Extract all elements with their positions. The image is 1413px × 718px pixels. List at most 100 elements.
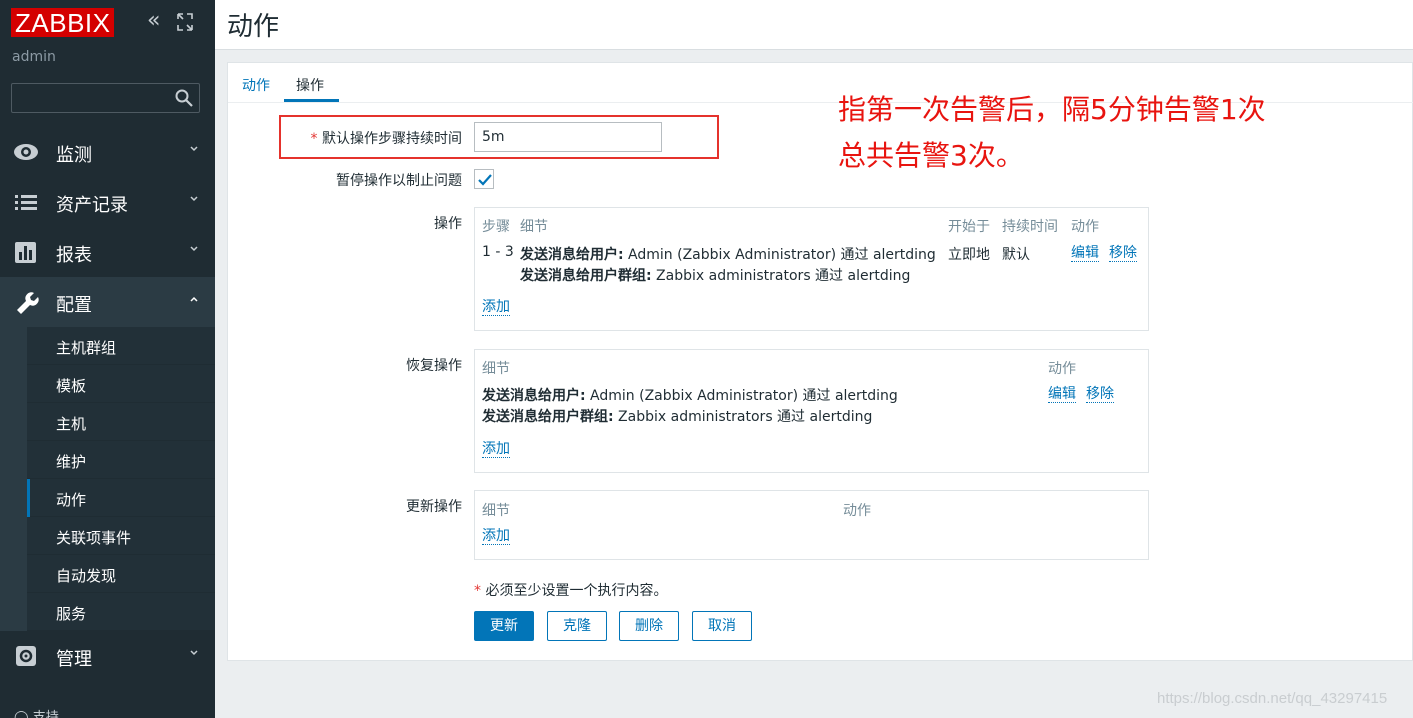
submenu-label: 维护 bbox=[56, 453, 87, 471]
gear-icon bbox=[16, 646, 36, 666]
menu-item-administration[interactable]: 管理 bbox=[0, 631, 215, 681]
kiosk-mode-icon[interactable] bbox=[177, 13, 193, 31]
bar-chart-icon bbox=[15, 242, 36, 263]
col-duration: 持续时间 bbox=[1002, 219, 1058, 235]
tab-action[interactable]: 动作 bbox=[242, 75, 270, 95]
rec-edit-link[interactable]: 编辑 bbox=[1048, 386, 1076, 403]
required-marker: * bbox=[474, 583, 486, 599]
submenu-item-hosts[interactable]: 主机 bbox=[27, 403, 215, 441]
clone-button[interactable]: 克隆 bbox=[547, 611, 607, 641]
col-start-in: 开始于 bbox=[948, 219, 990, 235]
annotation-line-1: 指第一次告警后，隔5分钟告警1次 bbox=[838, 93, 1266, 126]
required-note: * 必须至少设置一个执行内容。 bbox=[474, 580, 667, 600]
menu-label: 报表 bbox=[56, 245, 92, 266]
submenu-item-templates[interactable]: 模板 bbox=[27, 365, 215, 403]
tab-active-indicator bbox=[284, 99, 339, 102]
pause-checkbox[interactable] bbox=[474, 169, 494, 189]
submenu-label: 模板 bbox=[56, 377, 87, 395]
check-icon bbox=[478, 174, 492, 186]
rec-detail-1-type: 发送消息给用户: bbox=[482, 388, 586, 404]
support-icon: ◯ bbox=[14, 710, 33, 718]
pause-label: 暂停操作以制止问题 bbox=[336, 173, 462, 189]
menu-item-reports[interactable]: 报表 bbox=[0, 227, 215, 277]
op-edit-link[interactable]: 编辑 bbox=[1071, 245, 1099, 262]
operations-label: 操作 bbox=[434, 216, 462, 232]
user-name: admin bbox=[12, 49, 56, 65]
menu-label: 资产记录 bbox=[56, 195, 128, 216]
tab-operations[interactable]: 操作 bbox=[296, 75, 324, 95]
rec-col-details: 细节 bbox=[482, 361, 510, 377]
upd-col-details: 细节 bbox=[482, 503, 510, 519]
rec-detail-2: 发送消息给用户群组: Zabbix administrators 通过 aler… bbox=[482, 406, 872, 426]
op-steps: 1 - 3 bbox=[482, 244, 514, 260]
submenu-item-event-correlation[interactable]: 关联项事件 bbox=[27, 517, 215, 555]
top-bar: 动作 bbox=[215, 0, 1413, 50]
submenu-item-actions[interactable]: 动作 bbox=[27, 479, 215, 517]
support-link[interactable]: ◯ 支持 bbox=[14, 706, 214, 718]
col-action: 动作 bbox=[1071, 219, 1099, 235]
collapse-sidebar-icon[interactable]: « bbox=[147, 10, 167, 34]
page-title: 动作 bbox=[227, 12, 280, 42]
col-details: 细节 bbox=[520, 219, 548, 235]
rec-detail-2-type: 发送消息给用户群组: bbox=[482, 409, 614, 425]
logo-row: ZABBIX « bbox=[11, 8, 211, 38]
rec-remove-link[interactable]: 移除 bbox=[1086, 386, 1114, 403]
zabbix-logo[interactable]: ZABBIX bbox=[11, 8, 115, 38]
recovery-label: 恢复操作 bbox=[406, 358, 462, 374]
rec-add-link[interactable]: 添加 bbox=[482, 441, 510, 458]
submenu-label: 动作 bbox=[56, 491, 87, 509]
update-button[interactable]: 更新 bbox=[474, 611, 534, 641]
rec-detail-1-text: Admin (Zabbix Administrator) 通过 alertdin… bbox=[585, 388, 898, 404]
submenu-item-maintenance[interactable]: 维护 bbox=[27, 441, 215, 479]
op-detail-2-text: Zabbix administrators 通过 alertding bbox=[651, 268, 911, 284]
menu-label: 监测 bbox=[56, 145, 92, 166]
support-label: 支持 bbox=[32, 710, 59, 718]
update-ops-box bbox=[474, 490, 1149, 560]
rec-detail-1: 发送消息给用户: Admin (Zabbix Administrator) 通过… bbox=[482, 385, 898, 405]
op-start-in: 立即地 bbox=[948, 247, 990, 263]
op-duration: 默认 bbox=[1002, 247, 1030, 263]
chevron-down-icon bbox=[190, 196, 198, 202]
submenu-label: 关联项事件 bbox=[56, 529, 132, 547]
search-icon[interactable] bbox=[175, 89, 193, 107]
rec-col-action: 动作 bbox=[1048, 361, 1076, 377]
configuration-submenu: 主机群组 模板 主机 维护 动作 关联项事件 自动发现 服务 bbox=[0, 327, 215, 631]
submenu-label: 主机群组 bbox=[56, 339, 117, 357]
op-add-link[interactable]: 添加 bbox=[482, 299, 510, 316]
submenu-label: 主机 bbox=[56, 415, 87, 433]
menu-item-monitoring[interactable]: 监测 bbox=[0, 127, 215, 177]
cancel-button[interactable]: 取消 bbox=[692, 611, 752, 641]
search-box bbox=[11, 83, 200, 113]
upd-col-action: 动作 bbox=[843, 503, 871, 519]
op-detail-2: 发送消息给用户群组: Zabbix administrators 通过 aler… bbox=[520, 265, 910, 285]
annotation-line-2: 总共告警3次。 bbox=[838, 139, 1024, 172]
submenu-label: 自动发现 bbox=[56, 567, 117, 585]
menu-item-inventory[interactable]: 资产记录 bbox=[0, 177, 215, 227]
submenu-item-discovery[interactable]: 自动发现 bbox=[27, 555, 215, 593]
op-detail-1-text: Admin (Zabbix Administrator) 通过 alertdin… bbox=[623, 247, 936, 263]
watermark: https://blog.csdn.net/qq_43297415 bbox=[1157, 690, 1388, 707]
op-detail-1-type: 发送消息给用户: bbox=[520, 247, 624, 263]
submenu-item-services[interactable]: 服务 bbox=[27, 593, 215, 631]
update-ops-label: 更新操作 bbox=[406, 499, 462, 515]
chevron-down-icon bbox=[190, 650, 198, 656]
wrench-icon bbox=[17, 292, 39, 314]
menu-label: 管理 bbox=[56, 649, 92, 670]
upd-add-link[interactable]: 添加 bbox=[482, 528, 510, 545]
submenu-label: 服务 bbox=[56, 605, 87, 623]
submenu-item-host-groups[interactable]: 主机群组 bbox=[27, 327, 215, 365]
search-input[interactable] bbox=[12, 84, 172, 112]
delete-button[interactable]: 删除 bbox=[619, 611, 679, 641]
list-icon bbox=[15, 195, 37, 210]
sidebar: ZABBIX « admin 监测 资产记录 报表 配置 主机群组 模板 主机 … bbox=[0, 0, 215, 718]
col-steps: 步骤 bbox=[482, 219, 510, 235]
menu-label: 配置 bbox=[56, 295, 92, 316]
chevron-up-icon bbox=[190, 296, 198, 302]
op-remove-link[interactable]: 移除 bbox=[1109, 245, 1137, 262]
chevron-down-icon bbox=[190, 246, 198, 252]
eye-icon bbox=[14, 144, 38, 160]
op-detail-2-type: 发送消息给用户群组: bbox=[520, 268, 652, 284]
chevron-down-icon bbox=[190, 146, 198, 152]
required-note-text: 必须至少设置一个执行内容。 bbox=[485, 583, 668, 599]
menu-item-configuration[interactable]: 配置 bbox=[0, 277, 215, 327]
